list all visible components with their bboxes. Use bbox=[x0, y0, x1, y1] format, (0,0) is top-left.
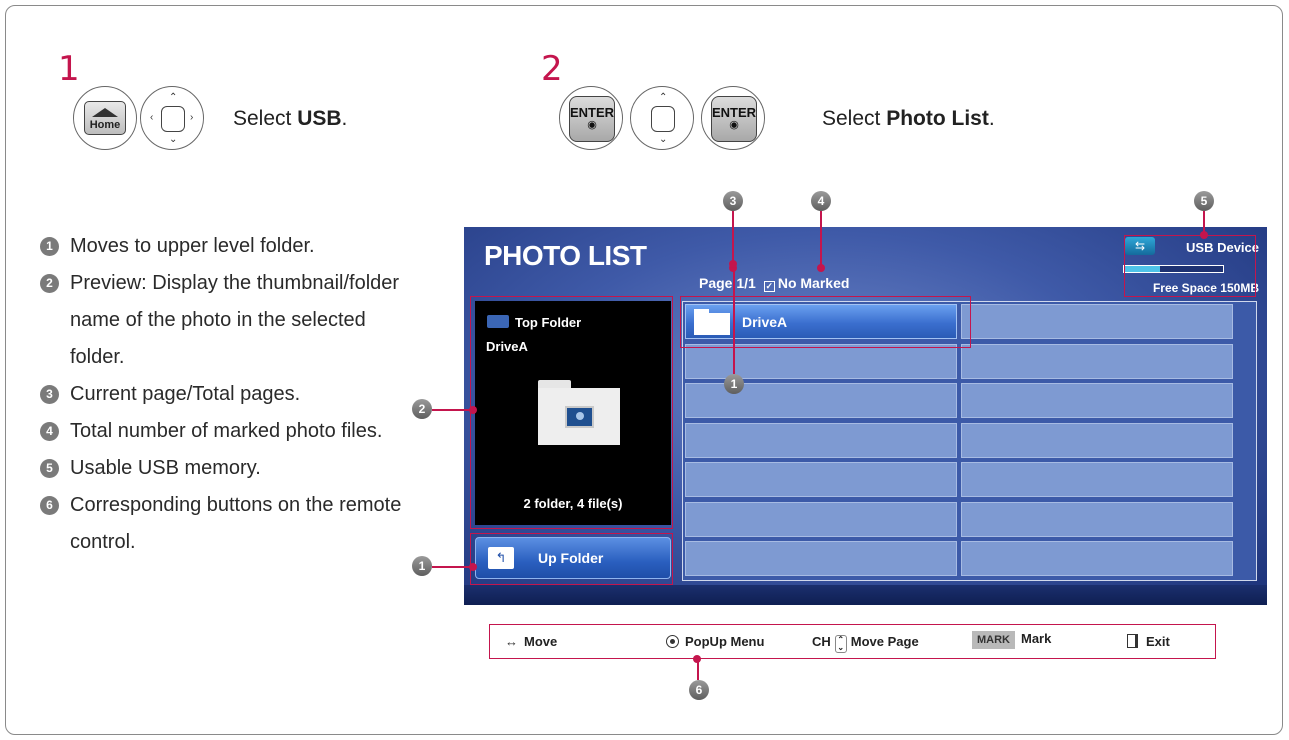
page-info: Page 1/1 ✓ No Marked bbox=[699, 275, 849, 292]
description-item: 5 Usable USB memory. bbox=[40, 450, 425, 487]
enter-dot-icon: ◉ bbox=[587, 119, 597, 131]
arrow-up-icon: ⌃ bbox=[169, 92, 178, 103]
marked-count: No Marked bbox=[777, 275, 850, 291]
grid-cell-empty[interactable] bbox=[685, 462, 957, 497]
screen-bottom-band bbox=[464, 585, 1267, 605]
photo-list-keyword: Photo List bbox=[886, 107, 989, 130]
enter-key-circle-1: ENTER ◉ bbox=[559, 86, 623, 150]
enter-dot-icon: ◉ bbox=[729, 119, 739, 131]
grid-cell-empty[interactable] bbox=[961, 541, 1233, 576]
home-key-label: Home bbox=[89, 119, 121, 131]
enter-key-label: ENTER bbox=[712, 105, 757, 120]
checkbox-icon: ✓ bbox=[763, 281, 775, 292]
grid-cell-empty[interactable] bbox=[685, 422, 957, 458]
page-indicator: Page 1/1 bbox=[699, 275, 756, 291]
enter-key-circle-2: ENTER ◉ bbox=[701, 86, 765, 150]
number-badge: 5 bbox=[40, 459, 59, 478]
enter-key-label: ENTER bbox=[570, 105, 615, 120]
ok-target-icon bbox=[666, 635, 679, 648]
callout-marker-6: 6 bbox=[689, 680, 709, 700]
number-badge: 3 bbox=[40, 385, 59, 404]
arrow-left-icon: ‹ bbox=[150, 112, 154, 123]
footer-popup-menu[interactable]: PopUp Menu bbox=[666, 634, 764, 649]
description-item: 2 Preview: Display the thumbnail/folder n… bbox=[40, 265, 425, 376]
exit-icon bbox=[1127, 634, 1138, 648]
nav-key-circle-2: ⌃ ⌄ bbox=[630, 86, 694, 150]
arrow-right-icon: › bbox=[190, 112, 194, 123]
step-2-instruction: Select Photo List. bbox=[822, 107, 995, 130]
number-badge: 4 bbox=[40, 422, 59, 441]
enter-key: ENTER ◉ bbox=[711, 96, 757, 142]
footer-move[interactable]: ↔ Move bbox=[505, 634, 557, 649]
grid-cell-empty[interactable] bbox=[685, 343, 957, 379]
arrow-down-icon: ⌄ bbox=[659, 134, 668, 145]
grid-cell-empty[interactable] bbox=[961, 343, 1233, 379]
callout-marker-5: 5 bbox=[1194, 191, 1214, 211]
nav-key-circle-1: ⌃ ⌄ ‹ › bbox=[140, 86, 204, 150]
usb-keyword: USB bbox=[297, 107, 342, 130]
description-item: 6 Corresponding buttons on the remote con… bbox=[40, 487, 425, 561]
ch-updown-icon: ⌃ ⌄ bbox=[834, 635, 847, 653]
number-badge: 1 bbox=[40, 237, 59, 256]
callout-marker-2: 2 bbox=[412, 399, 432, 419]
grid-cell-empty[interactable] bbox=[961, 462, 1233, 497]
description-item: 4 Total number of marked photo files. bbox=[40, 413, 425, 450]
callout-marker-3: 3 bbox=[723, 191, 743, 211]
arrow-up-icon: ⌃ bbox=[659, 92, 668, 103]
description-item: 3 Current page/Total pages. bbox=[40, 376, 425, 413]
grid-cell-empty[interactable] bbox=[961, 422, 1233, 458]
enter-key: ENTER ◉ bbox=[569, 96, 615, 142]
grid-cell-empty[interactable] bbox=[685, 501, 957, 537]
mark-key: MARK bbox=[972, 631, 1015, 649]
footer-move-page[interactable]: CH ⌃ ⌄ Move Page bbox=[812, 634, 919, 653]
footer-exit[interactable]: Exit bbox=[1127, 634, 1170, 649]
callout-marker-1b: 1 bbox=[724, 374, 744, 394]
grid-cell-empty[interactable] bbox=[685, 541, 957, 576]
remote-button-bar: ↔ Move PopUp Menu CH ⌃ ⌄ Move Page MARK Mark … bbox=[489, 624, 1216, 659]
home-button-circle: Home bbox=[73, 86, 137, 150]
step-1-instruction: Select USB. bbox=[233, 107, 348, 130]
nav-ok-box bbox=[161, 106, 185, 132]
number-badge: 6 bbox=[40, 496, 59, 515]
description-list: 1 Moves to upper level folder. 2 Preview: … bbox=[40, 228, 425, 561]
callout-marker-1: 1 bbox=[412, 556, 432, 576]
step-1-number: 1 bbox=[58, 49, 80, 89]
arrow-down-icon: ⌄ bbox=[169, 134, 178, 145]
step-2-number: 2 bbox=[541, 49, 563, 89]
grid-cell-empty[interactable] bbox=[961, 501, 1233, 537]
home-icon bbox=[92, 108, 118, 117]
grid-cell-empty[interactable] bbox=[961, 304, 1233, 339]
number-badge: 2 bbox=[40, 274, 59, 293]
move-arrows-icon: ↔ bbox=[505, 634, 518, 649]
photo-list-title: PHOTO LIST bbox=[484, 240, 647, 271]
description-item: 1 Moves to upper level folder. bbox=[40, 228, 425, 265]
nav-ok-box bbox=[651, 106, 675, 132]
footer-mark[interactable]: MARK Mark bbox=[972, 631, 1051, 649]
home-key: Home bbox=[84, 101, 126, 135]
grid-cell-empty[interactable] bbox=[961, 383, 1233, 418]
callout-marker-4: 4 bbox=[811, 191, 831, 211]
